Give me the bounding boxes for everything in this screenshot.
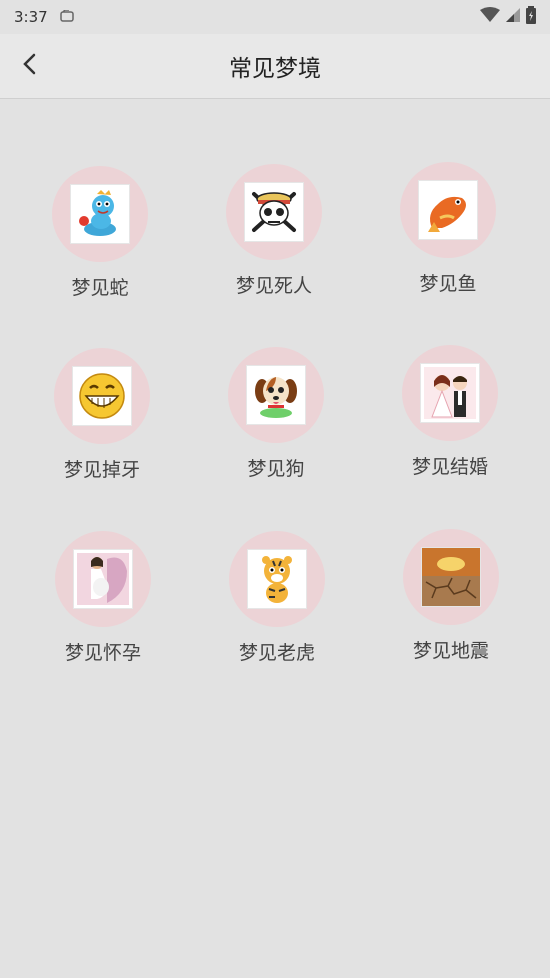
icon-circle [403,529,499,625]
dream-item-tiger[interactable]: 梦见老虎 [207,531,347,701]
icon-circle [228,347,324,443]
dream-item-dog[interactable]: 梦见狗 [206,347,346,517]
dream-label: 梦见蛇 [71,277,129,299]
pregnant-woman-icon [73,549,133,609]
icon-circle [226,164,322,260]
puppy-icon [246,365,306,425]
icon-circle [229,531,325,627]
skull-icon [244,182,304,242]
dream-item-pregnancy[interactable]: 梦见怀孕 [33,531,173,701]
app-bar: 常见梦境 [0,34,550,99]
wifi-icon [480,7,500,27]
dream-item-fish[interactable]: 梦见鱼 [378,162,518,332]
dream-item-marriage[interactable]: 梦见结婚 [380,345,520,515]
signal-icon [506,8,520,26]
icon-circle [52,166,148,262]
grin-face-icon [72,366,132,426]
status-bar: 3:37 [0,0,550,34]
dream-label: 梦见鱼 [419,273,477,295]
dream-label: 梦见地震 [412,640,489,662]
dream-label: 梦见结婚 [411,456,488,478]
cracked-earth-icon [421,547,481,607]
snake-icon [70,184,130,244]
battery-icon [526,6,536,28]
dream-label: 梦见老虎 [238,642,315,664]
chevron-left-icon [21,52,39,80]
icon-circle [402,345,498,441]
back-button[interactable] [12,48,48,84]
icon-circle [400,162,496,258]
wedding-couple-icon [420,363,480,423]
icon-circle [54,348,150,444]
notification-icon [59,8,74,26]
page-title: 常见梦境 [229,56,321,82]
status-time: 3:37 [14,8,48,26]
dream-item-dead-person[interactable]: 梦见死人 [204,164,344,334]
dream-item-snake[interactable]: 梦见蛇 [30,166,170,336]
icon-circle [55,531,151,627]
dream-item-tooth-loss[interactable]: 梦见掉牙 [32,348,172,518]
dream-label: 梦见怀孕 [64,642,141,664]
tiger-icon [247,549,307,609]
dream-label: 梦见死人 [235,275,312,297]
dream-label: 梦见掉牙 [63,459,140,481]
dream-label: 梦见狗 [247,458,305,480]
fish-icon [418,180,478,240]
dream-item-earthquake[interactable]: 梦见地震 [381,529,521,699]
